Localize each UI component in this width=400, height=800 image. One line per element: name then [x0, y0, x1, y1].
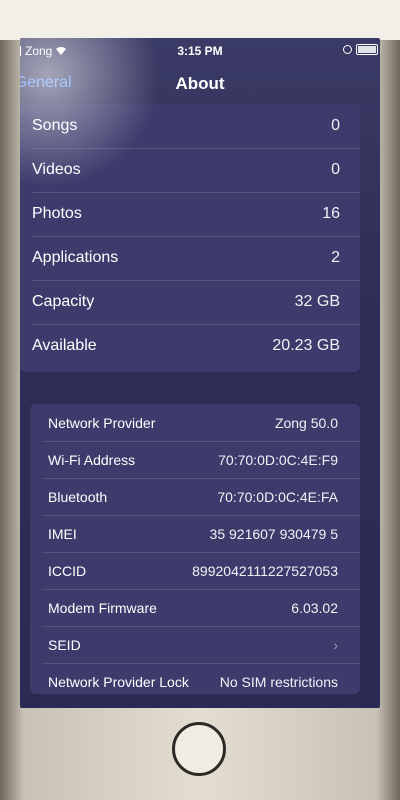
- row-label: Modem Firmware: [48, 599, 157, 616]
- rotation-lock-icon: [343, 45, 352, 54]
- row-value: No SIM restrictions: [219, 673, 338, 690]
- list-item: IMEI 35 921607 930479 5: [30, 515, 360, 552]
- list-item: Photos 16: [20, 192, 360, 236]
- row-value: 0: [331, 117, 340, 134]
- list-item: Modem Firmware 6.03.02: [30, 589, 360, 626]
- battery-icon: [356, 44, 378, 55]
- list-item[interactable]: Network Provider Zong 50.0: [30, 404, 360, 441]
- row-value: 6.03.02: [291, 599, 338, 616]
- home-button[interactable]: [172, 722, 226, 776]
- row-label: Capacity: [32, 293, 95, 310]
- list-item: Network Provider Lock No SIM restriction…: [30, 663, 360, 700]
- list-item: Capacity 32 GB: [20, 280, 360, 324]
- row-label: Photos: [32, 205, 82, 222]
- row-value: 32 GB: [294, 293, 340, 310]
- row-value: 0: [331, 161, 340, 178]
- media-info-group: Songs 0 Videos 0 Photos 16 Applications …: [20, 104, 360, 372]
- row-label: ICCID: [48, 562, 87, 579]
- phone-top-bezel: [0, 0, 400, 40]
- row-label: Available: [32, 337, 97, 354]
- list-item: Songs 0: [20, 104, 360, 148]
- row-label: Applications: [32, 249, 119, 266]
- row-label: Songs: [32, 117, 78, 134]
- list-item: Applications 2: [20, 236, 360, 280]
- list-item: Wi-Fi Address 70:70:0D:0C:4E:F9: [30, 441, 360, 478]
- list-item: Available 20.23 GB: [20, 324, 360, 368]
- page-title: About: [175, 74, 225, 93]
- row-value: 70:70:0D:0C:4E:F9: [218, 451, 338, 468]
- status-time: 3:15 PM: [177, 44, 223, 58]
- row-value: 35 921607 930479 5: [209, 525, 338, 542]
- row-label: IMEI: [48, 525, 77, 542]
- screen: Zong 3:15 PM ‹ General About Songs 0 Vid…: [20, 38, 380, 708]
- row-value: 8992042111227527053: [192, 562, 338, 579]
- nav-bar: ‹ General About: [20, 66, 380, 100]
- row-value: Zong 50.0: [274, 414, 338, 431]
- list-item: Bluetooth 70:70:0D:0C:4E:FA: [30, 478, 360, 515]
- row-value: 2: [331, 249, 340, 266]
- status-bar: Zong 3:15 PM: [20, 38, 380, 62]
- row-label: Videos: [32, 161, 81, 178]
- row-label: Wi-Fi Address: [48, 451, 136, 468]
- row-label: Network Provider Lock: [48, 673, 189, 690]
- row-value: 16: [322, 205, 340, 222]
- list-item: ICCID 8992042111227527053: [30, 552, 360, 589]
- row-value: 20.23 GB: [272, 337, 340, 354]
- status-right: [343, 44, 378, 55]
- row-label: SEID: [48, 636, 81, 653]
- list-item: Videos 0: [20, 148, 360, 192]
- device-info-group: Network Provider Zong 50.0 Wi-Fi Address…: [30, 404, 360, 694]
- row-value: 70:70:0D:0C:4E:FA: [217, 488, 338, 505]
- row-label: Bluetooth: [48, 488, 108, 505]
- chevron-right-icon: ›: [333, 636, 338, 653]
- seid-row[interactable]: SEID ›: [30, 626, 360, 663]
- row-label: Network Provider: [48, 414, 156, 431]
